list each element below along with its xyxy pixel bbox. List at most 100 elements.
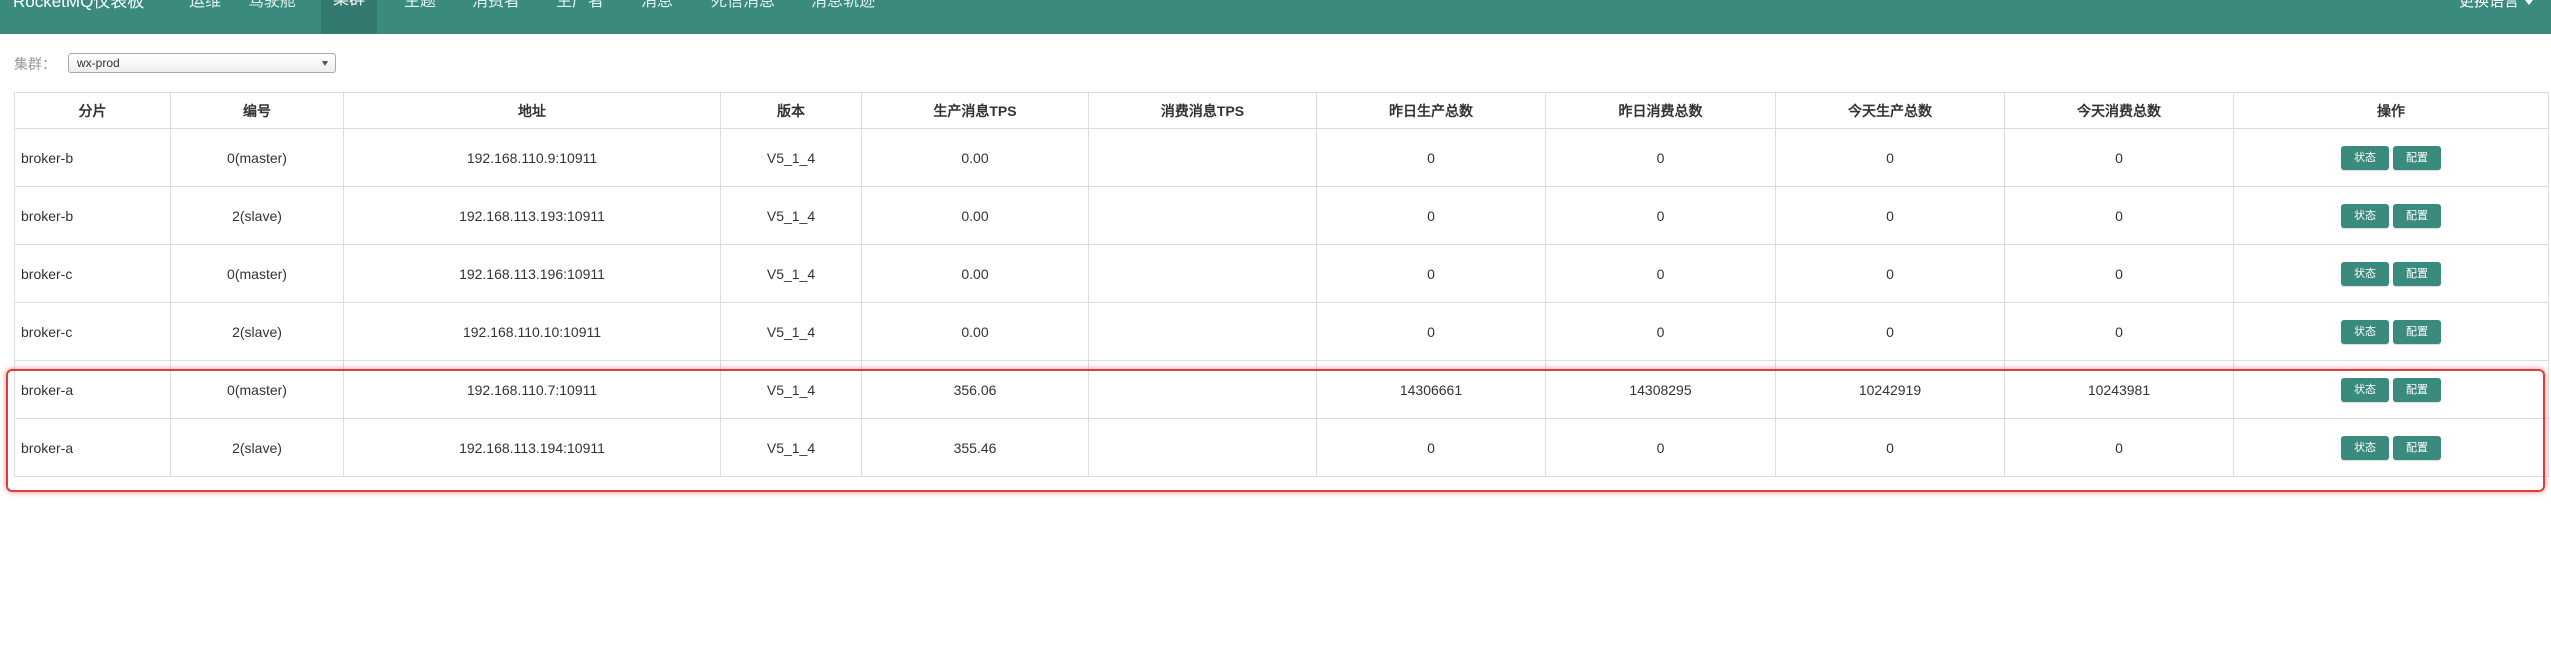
nav-item-dlq-message[interactable]: 死信消息 <box>703 0 783 24</box>
nav-item-dashboard[interactable]: 驾驶舱 <box>242 0 302 24</box>
cell-actions: 状态 配置 <box>2233 128 2549 187</box>
cell-yesterday-consume: 14308295 <box>1545 360 1776 419</box>
cell-today-produce: 0 <box>1775 418 2005 477</box>
cell-consume-tps <box>1088 128 1317 187</box>
cell-today-consume: 0 <box>2004 186 2234 245</box>
caret-down-icon <box>2525 0 2533 5</box>
cell-actions: 状态 配置 <box>2233 302 2549 361</box>
table-row: broker-b 2(slave) 192.168.113.193:10911 … <box>14 186 2549 245</box>
header-id: 编号 <box>170 92 344 129</box>
cell-consume-tps <box>1088 244 1317 303</box>
nav-item-producer[interactable]: 生产者 <box>549 0 611 24</box>
cell-yesterday-produce: 0 <box>1316 302 1546 361</box>
status-button[interactable]: 状态 <box>2341 319 2389 344</box>
nav-item-topic[interactable]: 主题 <box>396 0 444 24</box>
cell-version: V5_1_4 <box>720 302 862 361</box>
cell-today-produce: 0 <box>1775 128 2005 187</box>
header-yesterday-produce: 昨日生产总数 <box>1316 92 1546 129</box>
cell-yesterday-consume: 0 <box>1545 128 1776 187</box>
cell-id: 0(master) <box>170 244 344 303</box>
config-button[interactable]: 配置 <box>2393 145 2441 170</box>
cell-produce-tps: 356.06 <box>861 360 1089 419</box>
cell-address: 192.168.113.194:10911 <box>343 418 721 477</box>
cell-consume-tps <box>1088 302 1317 361</box>
cell-id: 0(master) <box>170 128 344 187</box>
table-row: broker-c 0(master) 192.168.113.196:10911… <box>14 244 2549 303</box>
table-row: broker-c 2(slave) 192.168.110.10:10911 V… <box>14 302 2549 361</box>
top-navbar: RocketMQ仪表板 运维 驾驶舱 集群 主题 消费者 生产者 消息 死信消息… <box>0 0 2551 34</box>
app-brand[interactable]: RocketMQ仪表板 <box>13 0 144 14</box>
cell-produce-tps: 0.00 <box>861 128 1089 187</box>
cell-yesterday-produce: 0 <box>1316 186 1546 245</box>
header-shard: 分片 <box>14 92 171 129</box>
status-button[interactable]: 状态 <box>2341 145 2389 170</box>
nav-item-message-trace[interactable]: 消息轨迹 <box>803 0 883 24</box>
cell-yesterday-consume: 0 <box>1545 244 1776 303</box>
dropdown-arrow-icon <box>322 61 328 66</box>
status-button[interactable]: 状态 <box>2341 203 2389 228</box>
broker-table: 分片 编号 地址 版本 生产消息TPS 消费消息TPS 昨日生产总数 昨日消费总… <box>14 92 2549 477</box>
header-address: 地址 <box>343 92 721 129</box>
header-actions: 操作 <box>2233 92 2549 129</box>
header-version: 版本 <box>720 92 862 129</box>
config-button[interactable]: 配置 <box>2393 319 2441 344</box>
cell-actions: 状态 配置 <box>2233 418 2549 477</box>
cell-shard: broker-c <box>14 302 171 361</box>
cell-yesterday-produce: 0 <box>1316 418 1546 477</box>
cluster-select[interactable]: wx-prod <box>68 53 336 73</box>
config-button[interactable]: 配置 <box>2393 261 2441 286</box>
cell-today-consume: 0 <box>2004 244 2234 303</box>
cell-id: 2(slave) <box>170 302 344 361</box>
cell-shard: broker-c <box>14 244 171 303</box>
cell-yesterday-produce: 14306661 <box>1316 360 1546 419</box>
cell-today-consume: 10243981 <box>2004 360 2234 419</box>
cell-today-produce: 10242919 <box>1775 360 2005 419</box>
cell-id: 2(slave) <box>170 418 344 477</box>
cell-version: V5_1_4 <box>720 244 862 303</box>
nav-item-message[interactable]: 消息 <box>632 0 682 24</box>
table-row: broker-b 0(master) 192.168.110.9:10911 V… <box>14 128 2549 187</box>
cell-produce-tps: 0.00 <box>861 302 1089 361</box>
cell-actions: 状态 配置 <box>2233 186 2549 245</box>
table-header-row: 分片 编号 地址 版本 生产消息TPS 消费消息TPS 昨日生产总数 昨日消费总… <box>14 92 2549 129</box>
header-today-produce: 今天生产总数 <box>1775 92 2005 129</box>
cell-actions: 状态 配置 <box>2233 360 2549 419</box>
cell-consume-tps <box>1088 360 1317 419</box>
cell-shard: broker-b <box>14 186 171 245</box>
cell-today-produce: 0 <box>1775 302 2005 361</box>
nav-item-ops[interactable]: 运维 <box>175 0 235 24</box>
header-today-consume: 今天消费总数 <box>2004 92 2234 129</box>
table-row: broker-a 2(slave) 192.168.113.194:10911 … <box>14 418 2549 477</box>
cell-yesterday-consume: 0 <box>1545 418 1776 477</box>
cell-yesterday-produce: 0 <box>1316 128 1546 187</box>
language-switcher[interactable]: 更换语言 <box>2459 0 2533 14</box>
header-produce-tps: 生产消息TPS <box>861 92 1089 129</box>
language-label: 更换语言 <box>2458 0 2519 10</box>
cell-version: V5_1_4 <box>720 186 862 245</box>
status-button[interactable]: 状态 <box>2341 261 2389 286</box>
cell-address: 192.168.110.9:10911 <box>343 128 721 187</box>
cell-today-consume: 0 <box>2004 128 2234 187</box>
cell-yesterday-consume: 0 <box>1545 302 1776 361</box>
cell-shard: broker-b <box>14 128 171 187</box>
header-yesterday-consume: 昨日消费总数 <box>1545 92 1776 129</box>
status-button[interactable]: 状态 <box>2341 377 2389 402</box>
cluster-label: 集群： <box>14 56 56 72</box>
config-button[interactable]: 配置 <box>2393 377 2441 402</box>
cell-id: 2(slave) <box>170 186 344 245</box>
nav-item-consumer[interactable]: 消费者 <box>465 0 527 24</box>
cell-address: 192.168.113.196:10911 <box>343 244 721 303</box>
nav-item-cluster-label: 集群 <box>333 0 365 8</box>
config-button[interactable]: 配置 <box>2393 435 2441 460</box>
cell-address: 192.168.113.193:10911 <box>343 186 721 245</box>
nav-item-cluster[interactable]: 集群 <box>321 0 377 34</box>
cell-today-produce: 0 <box>1775 186 2005 245</box>
cell-shard: broker-a <box>14 360 171 419</box>
config-button[interactable]: 配置 <box>2393 203 2441 228</box>
cell-produce-tps: 355.46 <box>861 418 1089 477</box>
cell-address: 192.168.110.7:10911 <box>343 360 721 419</box>
cluster-select-value: wx-prod <box>77 56 120 70</box>
cell-consume-tps <box>1088 418 1317 477</box>
status-button[interactable]: 状态 <box>2341 435 2389 460</box>
cell-id: 0(master) <box>170 360 344 419</box>
